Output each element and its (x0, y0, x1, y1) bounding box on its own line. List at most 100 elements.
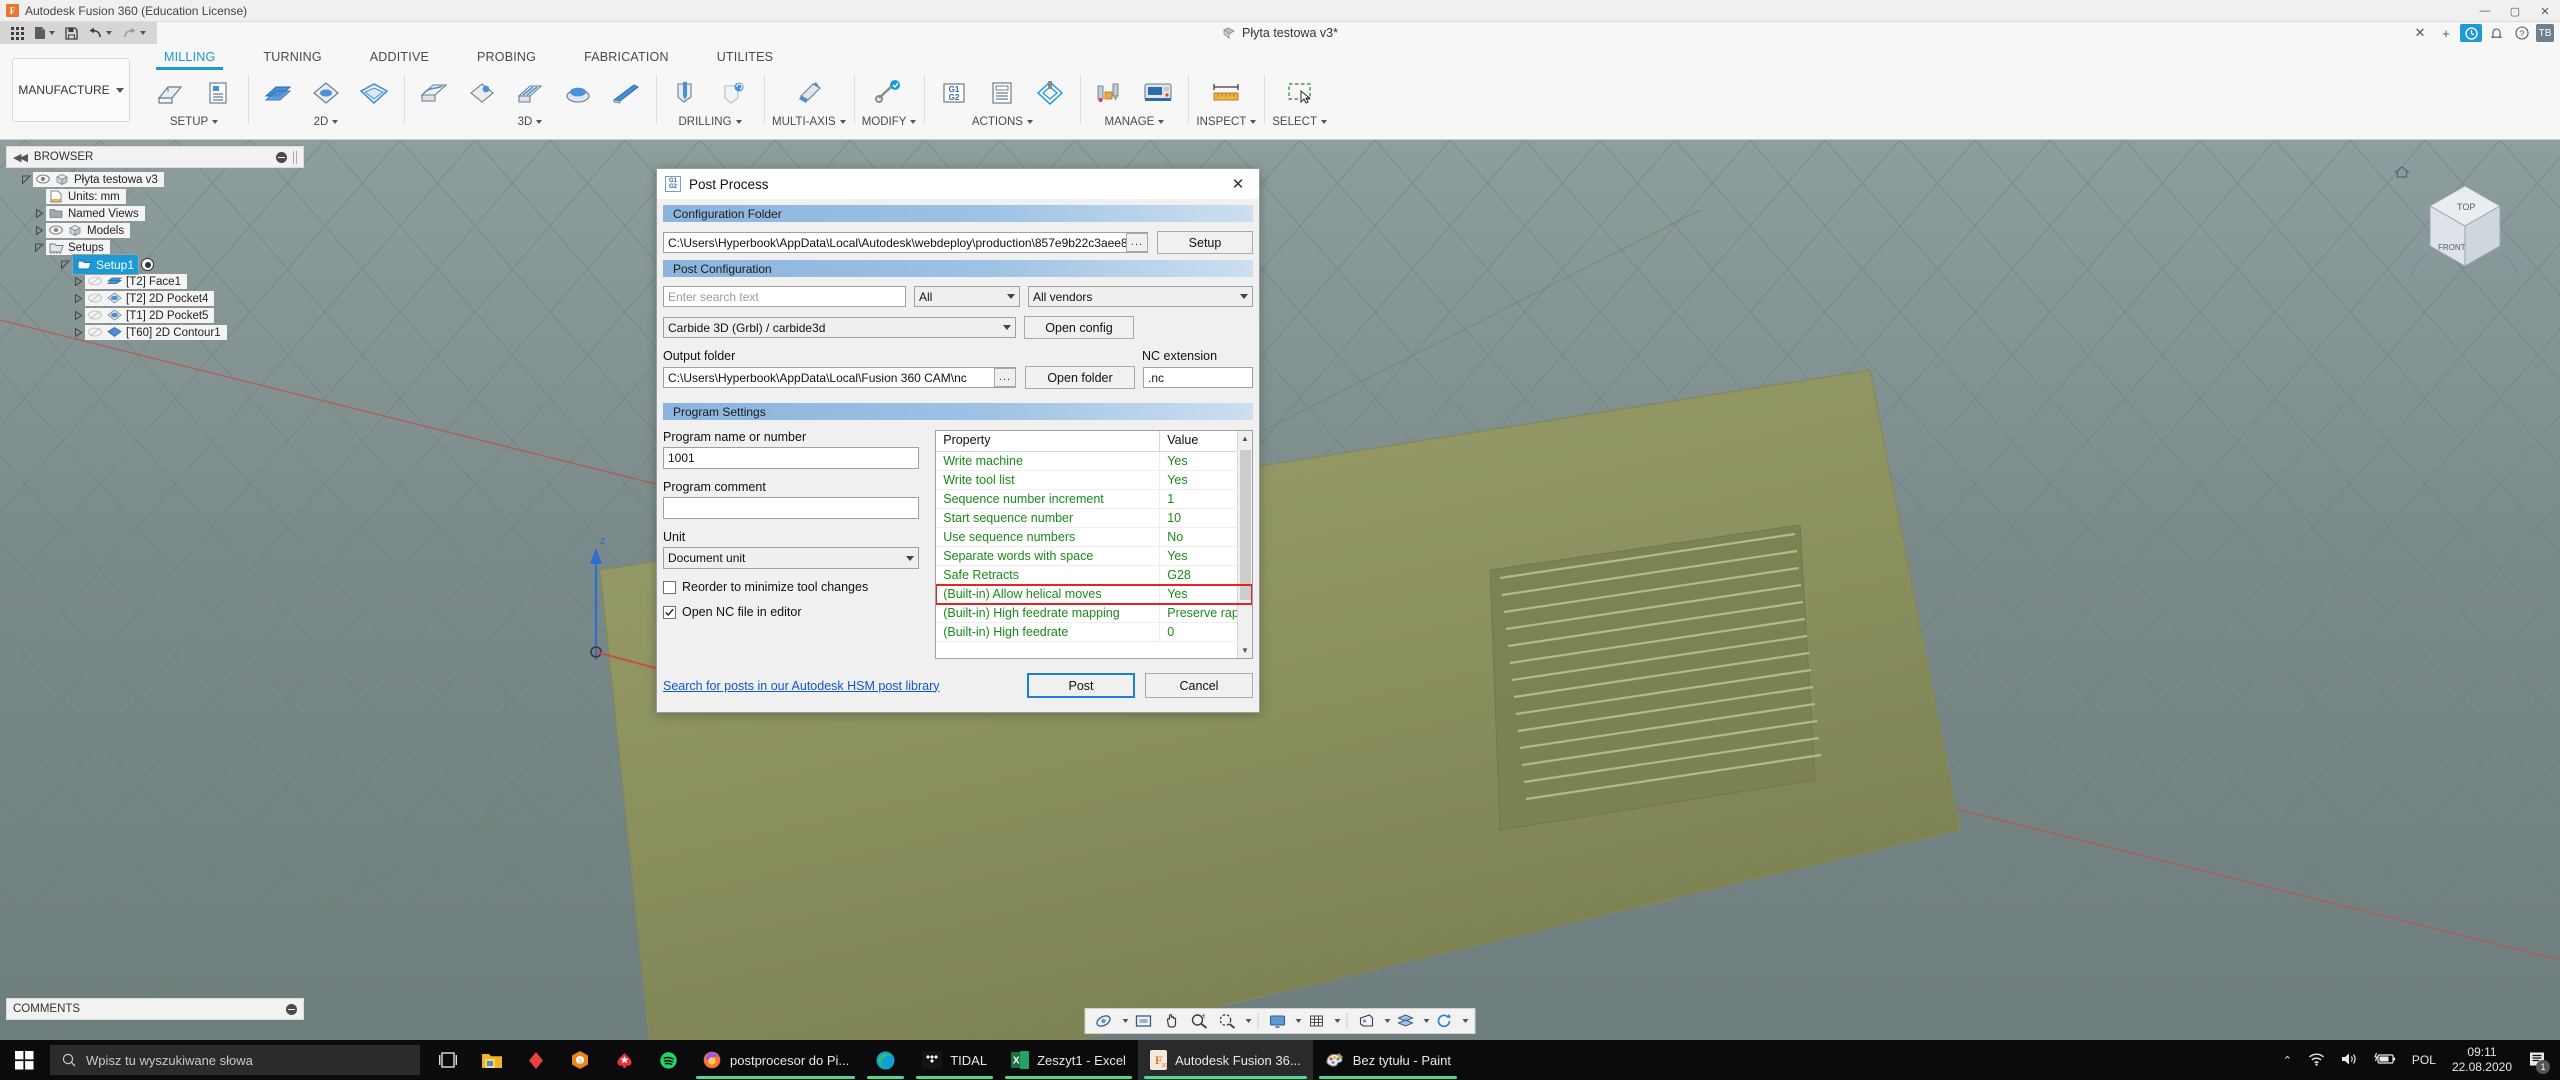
orbit-icon[interactable] (1092, 1009, 1118, 1033)
post-processor-select[interactable]: Carbide 3D (Grbl) / carbide3d (663, 317, 1016, 338)
language-indicator[interactable]: POL (2412, 1053, 2436, 1067)
open-nc-checkbox[interactable] (663, 605, 676, 619)
help-icon[interactable]: ? (2510, 22, 2534, 44)
notifications-icon[interactable] (2484, 22, 2508, 44)
type-filter-select[interactable]: All (914, 286, 1020, 307)
unit-select[interactable]: Document unit (663, 547, 920, 569)
maximize-button[interactable]: ▢ (2500, 0, 2530, 22)
table-row[interactable]: (Built-in) High feedrate mapping Preserve… (936, 603, 1252, 623)
tool-library-icon[interactable] (1088, 70, 1132, 116)
grid-icon[interactable] (6, 22, 29, 44)
new-document-icon[interactable] (29, 22, 60, 44)
tab-turning[interactable]: TURNING (239, 46, 345, 70)
view-cube[interactable]: TOP FRONT (2400, 158, 2530, 288)
comments-minimize-icon[interactable] (286, 1003, 297, 1015)
table-row[interactable]: Write tool list Yes (936, 470, 1252, 490)
pan-icon[interactable] (1159, 1009, 1185, 1033)
extensions-icon[interactable] (2460, 24, 2482, 42)
pocket-3d-icon[interactable] (460, 70, 504, 116)
close-button[interactable]: ✕ (2530, 0, 2560, 22)
table-row[interactable]: Use sequence numbers No (936, 527, 1252, 547)
clock[interactable]: 09:11 22.08.2020 (2452, 1045, 2512, 1075)
wifi-icon[interactable] (2308, 1052, 2325, 1069)
visibility-eye-off-icon[interactable] (88, 327, 102, 338)
setup-button[interactable]: Setup (1157, 231, 1253, 254)
modify-icon[interactable] (867, 70, 911, 116)
collapse-triangle-icon[interactable] (72, 291, 85, 306)
chevron-down-icon[interactable] (1026, 120, 1033, 124)
workspace-selector[interactable]: MANUFACTURE (12, 58, 130, 122)
tree-node-2d-contour1[interactable]: [T60] 2D Contour1 (20, 325, 320, 340)
tab-bar-right-controls[interactable]: ✕ + ? TB (2408, 22, 2560, 44)
table-row[interactable]: Sequence number increment 1 (936, 489, 1252, 509)
undo-dropdown-icon[interactable] (106, 31, 112, 35)
chevron-down-icon[interactable] (212, 120, 219, 124)
collapse-panel-icon[interactable]: ◀◀ (13, 151, 28, 164)
grid-dropdown-icon[interactable] (1334, 1019, 1341, 1023)
tree-node-named-views[interactable]: Named Views (20, 206, 320, 221)
display-settings-icon[interactable] (1265, 1009, 1291, 1033)
undo-icon[interactable] (83, 22, 117, 44)
swarf-icon[interactable] (787, 70, 831, 116)
tab-probing[interactable]: PROBING (453, 46, 560, 70)
bore-icon[interactable] (712, 70, 756, 116)
measure-icon[interactable] (1204, 70, 1248, 116)
machine-library-icon[interactable] (1136, 70, 1180, 116)
redo-icon[interactable] (117, 22, 151, 44)
tree-node-plyta-testowa-v3[interactable]: Płyta testowa v3 (20, 172, 320, 187)
chevron-down-icon[interactable] (332, 120, 339, 124)
window-controls[interactable]: — ▢ ✕ (2470, 0, 2560, 22)
reorder-checkbox-row[interactable]: Reorder to minimize tool changes (663, 580, 919, 594)
tab-fabrication[interactable]: FABRICATION (560, 46, 693, 70)
tab-close-icon[interactable]: ✕ (2408, 22, 2432, 44)
setup-sheet-icon[interactable] (196, 70, 240, 116)
refresh-dropdown-icon[interactable] (1462, 1019, 1469, 1023)
search-input[interactable]: Enter search text (663, 286, 906, 307)
taskbar-app-excel[interactable]: X Zeszyt1 - Excel (999, 1040, 1138, 1080)
scroll-down-icon[interactable]: ▼ (1238, 643, 1253, 658)
taskbar-app-paint[interactable]: Bez tytułu - Paint (1313, 1040, 1463, 1080)
nc-extension-input[interactable]: .nc (1143, 367, 1253, 388)
setup-icon[interactable] (148, 70, 192, 116)
tab-additive[interactable]: ADDITIVE (346, 46, 453, 70)
spotify-icon[interactable] (646, 1040, 690, 1080)
user-avatar[interactable]: TB (2536, 24, 2554, 42)
open-config-button[interactable]: Open config (1024, 316, 1134, 339)
tree-node-setups[interactable]: Setups (20, 240, 320, 255)
tree-node-models[interactable]: Models (20, 223, 320, 238)
fit-dropdown-icon[interactable] (1245, 1019, 1252, 1023)
layers-dropdown-icon[interactable] (1423, 1019, 1430, 1023)
post-process-icon[interactable]: G1 G2 (932, 70, 976, 116)
table-row[interactable]: (Built-in) High feedrate 0 (936, 622, 1252, 642)
browser-resize-grip[interactable] (293, 150, 297, 164)
quick-access-toolbar[interactable] (0, 22, 157, 44)
output-folder-browse-button[interactable]: ... (994, 368, 1016, 387)
post-library-link[interactable]: Search for posts in our Autodesk HSM pos… (663, 679, 940, 693)
simulate-icon[interactable] (1028, 70, 1072, 116)
output-folder-input[interactable]: C:\Users\Hyperbook\AppData\Local\Fusion … (663, 367, 1016, 388)
table-row[interactable]: Safe Retracts G28 (936, 565, 1252, 585)
taskbar-pinned-icons[interactable]: 3 (426, 1040, 690, 1080)
task-view-icon[interactable] (426, 1040, 470, 1080)
tree-node-setup1[interactable]: Setup1 (20, 254, 320, 275)
adaptive-clearing-icon[interactable] (412, 70, 456, 116)
scroll-up-icon[interactable]: ▲ (1238, 431, 1253, 446)
document-tab[interactable]: Płyta testowa v3* (1222, 22, 1338, 44)
dialog-close-button[interactable]: ✕ (1225, 171, 1251, 197)
expand-triangle-icon[interactable] (59, 257, 72, 272)
visibility-eye-icon[interactable] (36, 174, 50, 185)
taskbar-app-firefox[interactable]: postprocesor do Pi... (690, 1040, 861, 1080)
select-window-icon[interactable] (1278, 70, 1322, 116)
tab-utilities[interactable]: UTILITES (693, 46, 797, 70)
post-process-dialog[interactable]: G1 G2 Post Process ✕ Configuration Folder… (656, 168, 1260, 713)
notification-center-icon[interactable]: 1 (2528, 1051, 2550, 1074)
tray-expand-icon[interactable]: ⌃ (2283, 1054, 2292, 1067)
collapse-triangle-icon[interactable] (72, 308, 85, 323)
fit-icon[interactable] (1215, 1009, 1241, 1033)
tree-node-2d-pocket4[interactable]: [T2] 2D Pocket4 (20, 291, 320, 306)
setup-active-radio[interactable] (141, 258, 155, 271)
tree-node-2d-pocket5[interactable]: [T1] 2D Pocket5 (20, 308, 320, 323)
chevron-down-icon[interactable] (536, 120, 543, 124)
parallel-icon[interactable] (508, 70, 552, 116)
viewports-icon[interactable] (1354, 1009, 1380, 1033)
